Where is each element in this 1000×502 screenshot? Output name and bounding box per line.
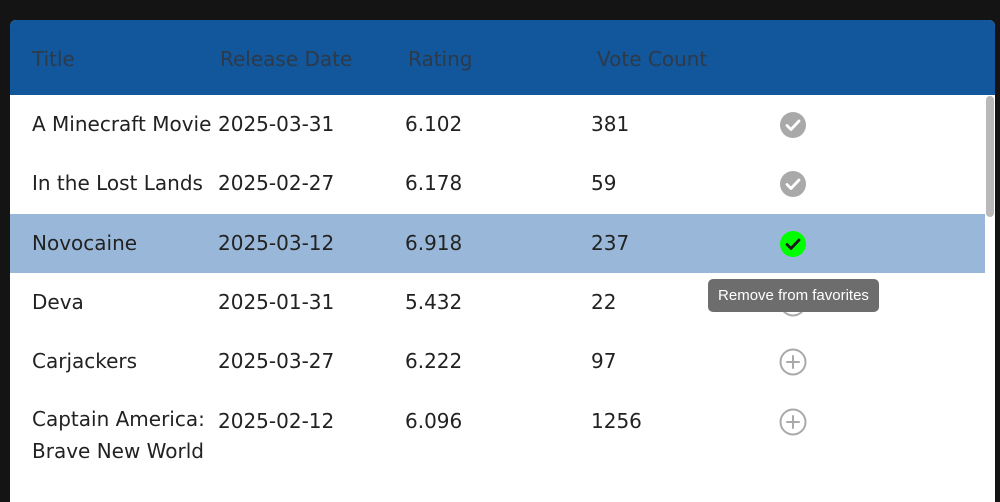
cell-title: Novocaine xyxy=(32,231,138,255)
header-title[interactable]: Title xyxy=(32,47,75,71)
add-favorite-button[interactable] xyxy=(779,408,807,436)
cell-vote-count: 59 xyxy=(591,171,617,195)
plus-circle-icon xyxy=(779,348,807,376)
table-row[interactable]: A Minecraft Movie 2025-03-31 6.102 381 xyxy=(10,95,985,154)
cell-rating: 6.178 xyxy=(405,171,463,195)
cell-vote-count: 381 xyxy=(591,112,630,136)
favorites-tooltip: Remove from favorites xyxy=(708,279,879,312)
table-row[interactable]: Captain America: Brave New World 2025-02… xyxy=(10,392,985,502)
scrollbar-thumb[interactable] xyxy=(986,96,994,217)
vertical-scrollbar[interactable] xyxy=(985,95,995,502)
cell-vote-count: 1256 xyxy=(591,409,642,433)
cell-title: A Minecraft Movie xyxy=(32,112,212,136)
cell-rating: 5.432 xyxy=(405,290,463,314)
table-row-selected[interactable]: Novocaine 2025-03-12 6.918 237 xyxy=(10,214,985,273)
movie-table-card: Title Release Date Rating Vote Count A M… xyxy=(10,20,995,502)
cell-title: Captain America: Brave New World xyxy=(32,407,205,463)
cell-title: Carjackers xyxy=(32,349,138,373)
cell-rating: 6.918 xyxy=(405,231,463,255)
header-release-date[interactable]: Release Date xyxy=(220,47,352,71)
cell-rating: 6.222 xyxy=(405,349,463,373)
cell-vote-count: 22 xyxy=(591,290,617,314)
table-row[interactable]: Carjackers 2025-03-27 6.222 97 xyxy=(10,332,985,391)
plus-circle-icon xyxy=(779,408,807,436)
cell-release-date: 2025-03-31 xyxy=(218,112,335,136)
cell-release-date: 2025-03-12 xyxy=(218,231,335,255)
cell-release-date: 2025-01-31 xyxy=(218,290,335,314)
header-vote-count[interactable]: Vote Count xyxy=(597,47,707,71)
cell-vote-count: 237 xyxy=(591,231,630,255)
cell-vote-count: 97 xyxy=(591,349,617,373)
add-favorite-button[interactable] xyxy=(779,348,807,376)
check-circle-icon xyxy=(780,171,806,197)
favorite-toggle-button[interactable] xyxy=(779,170,807,198)
table-row[interactable]: In the Lost Lands 2025-02-27 6.178 59 xyxy=(10,154,985,213)
cell-rating: 6.102 xyxy=(405,112,463,136)
favorite-toggle-button[interactable] xyxy=(779,230,807,258)
header-rating[interactable]: Rating xyxy=(408,47,472,71)
check-circle-icon xyxy=(780,112,806,138)
table-header: Title Release Date Rating Vote Count xyxy=(10,20,995,95)
cell-title: Deva xyxy=(32,290,84,314)
cell-rating: 6.096 xyxy=(405,409,463,433)
check-circle-icon xyxy=(780,231,806,257)
cell-release-date: 2025-02-27 xyxy=(218,171,335,195)
favorite-toggle-button[interactable] xyxy=(779,111,807,139)
cell-release-date: 2025-03-27 xyxy=(218,349,335,373)
cell-title: In the Lost Lands xyxy=(32,171,203,195)
cell-release-date: 2025-02-12 xyxy=(218,409,335,433)
